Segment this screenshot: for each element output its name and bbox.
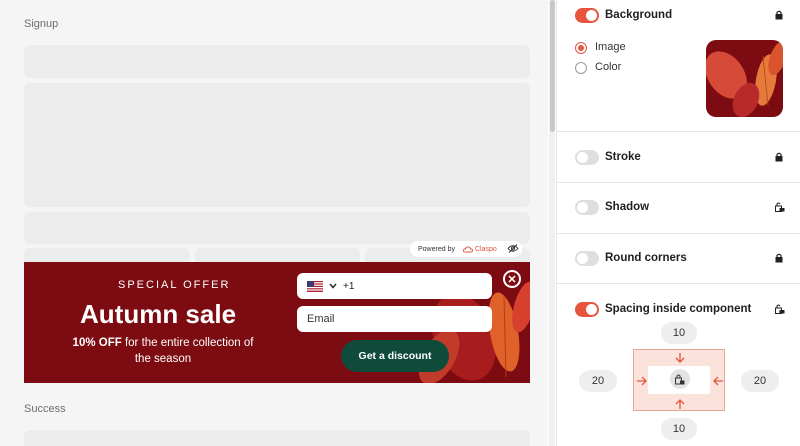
phone-input[interactable]: +1	[297, 273, 492, 299]
lock-open-icon[interactable]	[775, 304, 785, 314]
spacing-content-area	[648, 366, 710, 394]
divider	[557, 283, 800, 284]
image-radio[interactable]	[575, 42, 587, 54]
special-offer-label: SPECIAL OFFER	[118, 279, 231, 291]
signup-section-label: Signup	[24, 18, 59, 30]
padding-top-input[interactable]: 10	[661, 322, 697, 344]
link-lock-icon[interactable]	[670, 369, 690, 389]
lock-closed-icon[interactable]	[775, 152, 783, 162]
background-label: Background	[605, 9, 673, 21]
color-radio-label: Color	[595, 61, 622, 73]
placeholder-block	[24, 430, 530, 446]
us-flag-icon[interactable]	[307, 280, 323, 292]
background-image-thumbnail[interactable]	[706, 40, 783, 117]
divider	[557, 233, 800, 234]
padding-bottom-input[interactable]: 10	[661, 418, 697, 440]
stroke-toggle[interactable]	[575, 150, 599, 165]
color-radio[interactable]	[575, 62, 587, 74]
divider	[557, 131, 800, 132]
phone-code: +1	[343, 280, 355, 292]
chevron-down-icon[interactable]	[329, 283, 337, 289]
spacing-diagram	[633, 349, 725, 411]
powered-by-badge[interactable]: Powered by Claspo	[410, 241, 522, 257]
stroke-label: Stroke	[605, 151, 641, 163]
placeholder-block	[24, 83, 530, 207]
lock-open-icon[interactable]	[775, 202, 785, 212]
round-corners-toggle[interactable]	[575, 251, 599, 266]
hide-eye-icon[interactable]	[507, 243, 519, 255]
lock-closed-icon[interactable]	[775, 10, 783, 20]
success-section-label: Success	[24, 403, 66, 415]
scrollbar-thumb[interactable]	[550, 0, 555, 132]
shadow-toggle[interactable]	[575, 200, 599, 215]
placeholder-block	[24, 248, 190, 262]
round-corners-label: Round corners	[605, 252, 687, 264]
placeholder-block	[24, 45, 530, 78]
spacing-toggle[interactable]	[575, 302, 599, 317]
image-radio-label: Image	[595, 41, 626, 53]
powered-prefix: Powered by	[418, 245, 455, 253]
placeholder-block	[24, 212, 530, 244]
divider	[557, 182, 800, 183]
padding-right-input[interactable]: 20	[741, 370, 779, 392]
background-toggle[interactable]	[575, 8, 599, 23]
lock-closed-icon[interactable]	[775, 253, 783, 263]
spacing-label: Spacing inside component	[605, 303, 752, 315]
settings-panel: Background Image Color Stroke Shadow Rou…	[556, 0, 800, 446]
cloud-icon	[462, 245, 473, 252]
placeholder-block	[195, 248, 360, 262]
shadow-label: Shadow	[605, 201, 650, 213]
popup-banner: SPECIAL OFFER Autumn sale 10% OFF for th…	[24, 262, 530, 383]
get-discount-button[interactable]: Get a discount	[341, 340, 449, 372]
padding-left-input[interactable]: 20	[579, 370, 617, 392]
claspo-logo: Claspo	[462, 245, 497, 253]
preview-canvas: Signup Powered by Claspo SPECIAL OFFER A…	[0, 0, 548, 446]
offer-text: 10% OFF for the entire collection of the…	[72, 337, 254, 365]
close-icon[interactable]: ✕	[503, 270, 521, 288]
email-input[interactable]: Email	[297, 306, 492, 332]
banner-title: Autumn sale	[80, 299, 237, 329]
